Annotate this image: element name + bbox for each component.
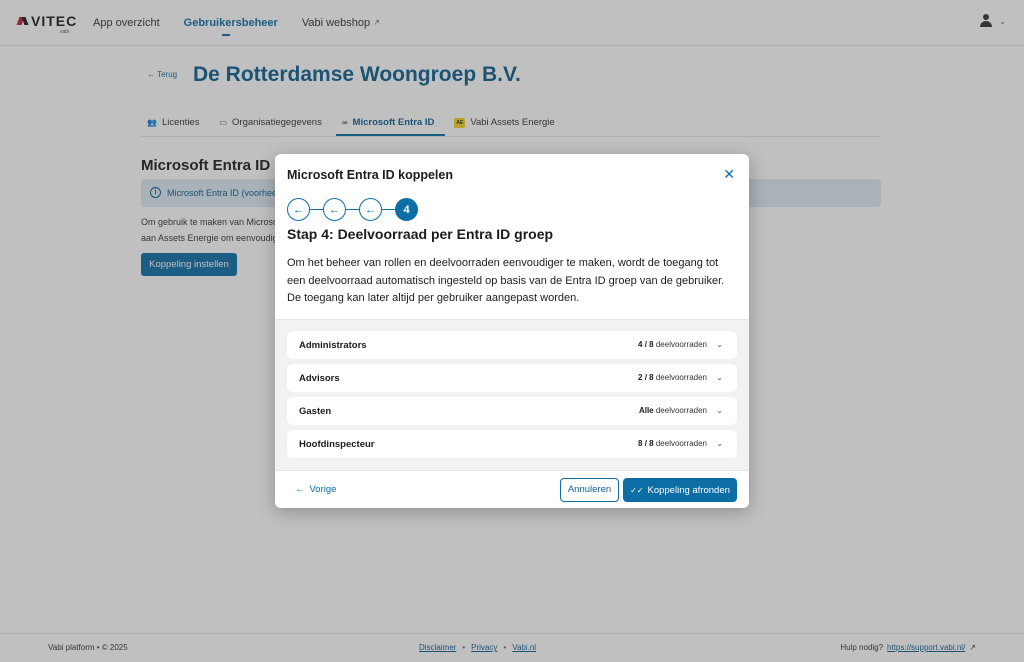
chevron-down-icon: ⌄: [716, 406, 723, 415]
count-value: Alle: [638, 406, 654, 415]
group-name: Hoofdinspecteur: [299, 439, 375, 450]
double-check-icon: ✓✓: [630, 485, 644, 495]
chevron-down-icon: ⌄: [716, 439, 723, 448]
previous-label: Vorige: [309, 484, 337, 495]
group-count: 8 / 8 deelvoorraden: [638, 439, 707, 448]
group-name: Administrators: [299, 340, 367, 351]
count-value: 2 / 8: [638, 373, 654, 382]
count-value: 8 / 8: [638, 439, 654, 448]
dialog-title: Microsoft Entra ID koppelen: [287, 168, 453, 182]
step-connector: [382, 208, 395, 211]
step-1-back-button[interactable]: ←: [287, 198, 310, 221]
step-connector: [346, 208, 359, 211]
previous-button[interactable]: ← Vorige: [295, 484, 336, 495]
group-count: 2 / 8 deelvoorraden: [638, 373, 707, 382]
step-heading: Stap 4: Deelvoorraad per Entra ID groep: [287, 226, 554, 242]
group-count: Alle deelvoorraden: [639, 406, 707, 415]
count-suffix: deelvoorraden: [655, 406, 707, 415]
step-2-back-button[interactable]: ←: [323, 198, 346, 221]
chevron-down-icon: ⌄: [716, 373, 723, 382]
finish-connection-button[interactable]: ✓✓ Koppeling afronden: [623, 478, 737, 502]
count-value: 4 / 8: [638, 340, 654, 349]
entra-id-dialog: Microsoft Entra ID koppelen ✕ ← ← ← 4 St…: [275, 154, 749, 508]
step-description: Om het beheer van rollen en deelvoorrade…: [287, 257, 725, 304]
cancel-button[interactable]: Annuleren: [560, 478, 619, 502]
group-list: Administrators 4 / 8 deelvoorraden ⌄ Adv…: [275, 319, 749, 470]
finish-label: Koppeling afronden: [647, 484, 730, 496]
step-4-current: 4: [395, 198, 418, 221]
group-name: Gasten: [299, 406, 332, 417]
group-row-administrators[interactable]: Administrators 4 / 8 deelvoorraden ⌄: [287, 331, 737, 359]
group-row-advisors[interactable]: Advisors 2 / 8 deelvoorraden ⌄: [287, 364, 737, 392]
count-suffix: deelvoorraden: [655, 373, 707, 382]
step-3-back-button[interactable]: ←: [359, 198, 382, 221]
group-row-hoofdinspecteur[interactable]: Hoofdinspecteur 8 / 8 deelvoorraden ⌄: [287, 430, 737, 458]
close-icon[interactable]: ✕: [723, 167, 735, 181]
chevron-down-icon: ⌄: [716, 340, 723, 349]
group-count: 4 / 8 deelvoorraden: [638, 340, 707, 349]
group-name: Advisors: [299, 373, 340, 384]
count-suffix: deelvoorraden: [655, 439, 707, 448]
step-indicator: ← ← ← 4: [287, 198, 418, 221]
group-row-gasten[interactable]: Gasten Alle deelvoorraden ⌄: [287, 397, 737, 425]
step-connector: [310, 208, 323, 211]
count-suffix: deelvoorraden: [655, 340, 707, 349]
arrow-left-icon: ←: [295, 484, 305, 495]
dialog-footer: ← Vorige Annuleren ✓✓ Koppeling afronden: [275, 470, 749, 508]
